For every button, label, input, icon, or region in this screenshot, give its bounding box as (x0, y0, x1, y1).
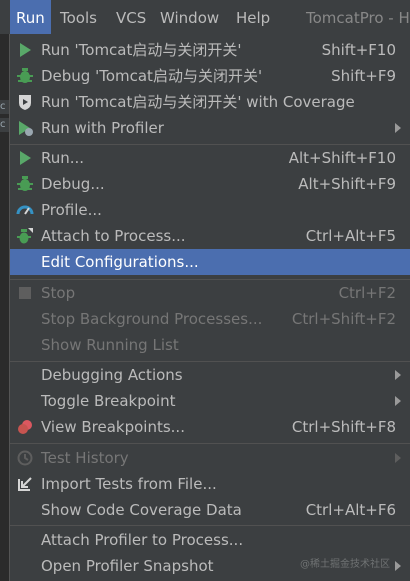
menu-item-label: Run... (41, 149, 85, 167)
menu-item-label: Run with Profiler (41, 119, 164, 137)
run-icon (16, 41, 34, 59)
watermark: @稀土掘金技术社区 (300, 559, 390, 570)
debug-icon (16, 67, 34, 85)
debug-icon (16, 175, 34, 193)
menu-separator (10, 443, 410, 444)
submenu-arrow-icon (395, 561, 401, 571)
menu-item-show-code-coverage[interactable]: Show Code Coverage Data Ctrl+Alt+F6 (10, 497, 410, 523)
shortcut-label: Ctrl+Shift+F2 (291, 310, 396, 328)
menu-item-label: Show Code Coverage Data (41, 501, 242, 519)
menu-item-label: Profile... (41, 201, 102, 219)
menu-item-debug[interactable]: Debug... Alt+Shift+F9 (10, 171, 410, 197)
window-title: TomcatPro - H (306, 9, 410, 27)
menu-item-label: Debugging Actions (41, 366, 183, 384)
menu-separator (10, 525, 410, 526)
history-icon (16, 449, 34, 467)
shortcut-label: Shift+F9 (331, 67, 396, 85)
menu-item-label: Attach Profiler to Process... (41, 531, 244, 549)
submenu-arrow-icon (395, 123, 401, 133)
menu-item-test-history[interactable]: Test History (10, 445, 410, 471)
menu-run[interactable]: Run (10, 0, 51, 34)
menu-item-profile[interactable]: Profile... (10, 197, 410, 223)
menu-item-debug-tomcat[interactable]: Debug 'Tomcat启动与关闭开关' Shift+F9 (10, 63, 410, 89)
menu-item-label: Open Profiler Snapshot (41, 557, 214, 575)
menu-item-attach-to-process[interactable]: Attach to Process... Ctrl+Alt+F5 (10, 223, 410, 249)
menu-item-label: Debug 'Tomcat启动与关闭开关' (41, 67, 263, 85)
submenu-arrow-icon (395, 453, 401, 463)
shortcut-label: Ctrl+Alt+F5 (305, 227, 396, 245)
run-icon (16, 149, 34, 167)
menu-item-label: Show Running List (41, 336, 179, 354)
menu-item-view-breakpoints[interactable]: View Breakpoints... Ctrl+Shift+F8 (10, 414, 410, 440)
shortcut-label: Ctrl+Shift+F8 (291, 418, 396, 436)
menu-tools[interactable]: Tools (60, 0, 97, 34)
menu-item-stop[interactable]: Stop Ctrl+F2 (10, 280, 410, 306)
menu-item-attach-profiler[interactable]: Attach Profiler to Process... (10, 527, 410, 553)
attach-icon (16, 227, 34, 245)
menu-item-run-with-coverage[interactable]: Run 'Tomcat启动与关闭开关' with Coverage (10, 89, 410, 115)
shortcut-label: Shift+F10 (321, 41, 396, 59)
menu-item-label: Attach to Process... (41, 227, 186, 245)
menu-window[interactable]: Window (160, 0, 219, 34)
menu-item-import-tests[interactable]: Import Tests from File... (10, 471, 410, 497)
coverage-icon (16, 93, 34, 111)
menu-item-stop-background-processes[interactable]: Stop Background Processes... Ctrl+Shift+… (10, 306, 410, 332)
menu-help[interactable]: Help (236, 0, 270, 34)
menu-item-show-running-list[interactable]: Show Running List (10, 332, 410, 358)
menu-bar: Run Tools VCS Window Help TomcatPro - H (0, 0, 410, 35)
menu-item-label: Test History (41, 449, 129, 467)
submenu-arrow-icon (395, 370, 401, 380)
menu-item-debugging-actions[interactable]: Debugging Actions (10, 362, 410, 388)
breakpoints-icon (16, 418, 34, 436)
run-menu-dropdown: Run 'Tomcat启动与关闭开关' Shift+F10 Debug 'Tom… (9, 34, 410, 581)
menu-item-label: Run 'Tomcat启动与关闭开关' with Coverage (41, 93, 355, 111)
menu-item-label: Run 'Tomcat启动与关闭开关' (41, 41, 242, 59)
menu-item-label: Stop Background Processes... (41, 310, 263, 328)
profiler-icon (16, 119, 34, 137)
shortcut-label: Ctrl+F2 (338, 284, 396, 302)
shortcut-label: Ctrl+Alt+F6 (305, 501, 396, 519)
profile-gauge-icon (16, 201, 34, 219)
menu-item-edit-configurations[interactable]: Edit Configurations... (10, 249, 410, 275)
menu-item-run-with-profiler[interactable]: Run with Profiler (10, 115, 410, 141)
menu-item-toggle-breakpoint[interactable]: Toggle Breakpoint (10, 388, 410, 414)
import-icon (16, 475, 34, 493)
menu-item-run[interactable]: Run... Alt+Shift+F10 (10, 145, 410, 171)
menu-item-label: Import Tests from File... (41, 475, 217, 493)
stop-icon (16, 284, 34, 302)
menu-vcs[interactable]: VCS (116, 0, 146, 34)
menu-item-label: Stop (41, 284, 76, 302)
submenu-arrow-icon (395, 396, 401, 406)
menu-item-label: View Breakpoints... (41, 418, 185, 436)
shortcut-label: Alt+Shift+F9 (298, 175, 396, 193)
menu-item-label: Toggle Breakpoint (41, 392, 176, 410)
menu-item-label: Edit Configurations... (41, 253, 199, 271)
menu-item-label: Debug... (41, 175, 105, 193)
menu-item-run-tomcat[interactable]: Run 'Tomcat启动与关闭开关' Shift+F10 (10, 37, 410, 63)
shortcut-label: Alt+Shift+F10 (288, 149, 396, 167)
